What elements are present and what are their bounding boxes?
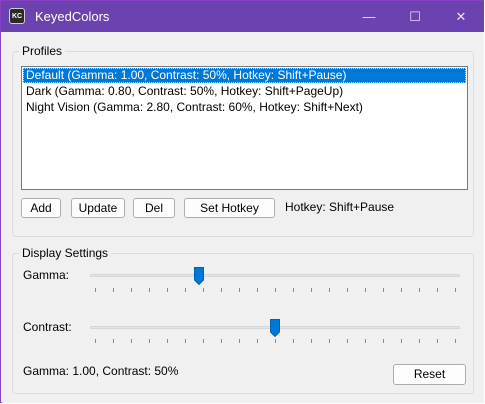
contrast-slider-tick: [365, 339, 366, 343]
title-bar[interactable]: KC KeyedColors — ☐ ✕: [1, 1, 484, 32]
update-button[interactable]: Update: [71, 198, 125, 218]
set-hotkey-button[interactable]: Set Hotkey: [184, 198, 275, 218]
gamma-slider-track[interactable]: [90, 274, 460, 277]
gamma-slider-tick: [275, 288, 276, 292]
gamma-slider-tick: [293, 288, 294, 292]
contrast-label: Contrast:: [23, 320, 72, 334]
gamma-slider-tick: [329, 288, 330, 292]
gamma-slider-tick: [455, 288, 456, 292]
contrast-slider-tick: [185, 339, 186, 343]
gamma-slider-tick: [167, 288, 168, 292]
app-icon: KC: [9, 8, 25, 24]
client-area: Profiles Default (Gamma: 1.00, Contrast:…: [2, 32, 484, 403]
status-text: Gamma: 1.00, Contrast: 50%: [23, 364, 179, 378]
gamma-slider-tick: [221, 288, 222, 292]
gamma-slider-thumb[interactable]: [194, 267, 204, 285]
display-settings-group-label: Display Settings: [19, 246, 112, 260]
add-button[interactable]: Add: [21, 198, 61, 218]
contrast-slider-tick: [167, 339, 168, 343]
gamma-slider-tick: [113, 288, 114, 292]
contrast-slider-tick: [419, 339, 420, 343]
gamma-slider-tick: [149, 288, 150, 292]
maximize-button[interactable]: ☐: [392, 1, 438, 32]
gamma-slider-tick: [95, 288, 96, 292]
gamma-slider-tick: [365, 288, 366, 292]
gamma-slider-tick: [419, 288, 420, 292]
contrast-slider-tick: [437, 339, 438, 343]
delete-button[interactable]: Del: [133, 198, 175, 218]
contrast-slider-tick: [311, 339, 312, 343]
gamma-slider-tick: [257, 288, 258, 292]
app-window: KC KeyedColors — ☐ ✕ Profiles Default (G…: [0, 0, 484, 403]
contrast-slider-tick: [221, 339, 222, 343]
contrast-slider-tick: [257, 339, 258, 343]
gamma-slider-tick: [131, 288, 132, 292]
contrast-slider-tick: [401, 339, 402, 343]
gamma-slider-tick: [185, 288, 186, 292]
gamma-slider-tick: [383, 288, 384, 292]
contrast-slider-thumb[interactable]: [270, 319, 280, 337]
contrast-slider-tick: [347, 339, 348, 343]
contrast-slider-tick: [455, 339, 456, 343]
gamma-label: Gamma:: [23, 268, 70, 282]
contrast-slider-tick: [149, 339, 150, 343]
contrast-slider-tick: [131, 339, 132, 343]
gamma-slider-tick: [203, 288, 204, 292]
gamma-slider-tick: [239, 288, 240, 292]
contrast-slider-tick: [293, 339, 294, 343]
reset-button[interactable]: Reset: [393, 364, 466, 385]
contrast-slider-tick: [329, 339, 330, 343]
gamma-slider-tick: [347, 288, 348, 292]
contrast-slider-tick: [95, 339, 96, 343]
contrast-slider-tick: [383, 339, 384, 343]
profile-item-night-vision[interactable]: Night Vision (Gamma: 2.80, Contrast: 60%…: [23, 100, 466, 115]
contrast-slider-tick: [239, 339, 240, 343]
gamma-slider-tick: [401, 288, 402, 292]
close-button[interactable]: ✕: [438, 1, 484, 32]
profiles-listbox[interactable]: Default (Gamma: 1.00, Contrast: 50%, Hot…: [21, 66, 468, 190]
profile-item-default[interactable]: Default (Gamma: 1.00, Contrast: 50%, Hot…: [23, 68, 466, 83]
gamma-slider-tick: [437, 288, 438, 292]
hotkey-display: Hotkey: Shift+Pause: [285, 200, 395, 214]
profile-item-dark[interactable]: Dark (Gamma: 0.80, Contrast: 50%, Hotkey…: [23, 84, 466, 99]
window-title: KeyedColors: [35, 9, 110, 24]
contrast-slider-tick: [203, 339, 204, 343]
gamma-slider-tick: [311, 288, 312, 292]
contrast-slider-tick: [113, 339, 114, 343]
minimize-button[interactable]: —: [346, 1, 392, 32]
profiles-group-label: Profiles: [19, 44, 66, 58]
contrast-slider-tick: [275, 339, 276, 343]
